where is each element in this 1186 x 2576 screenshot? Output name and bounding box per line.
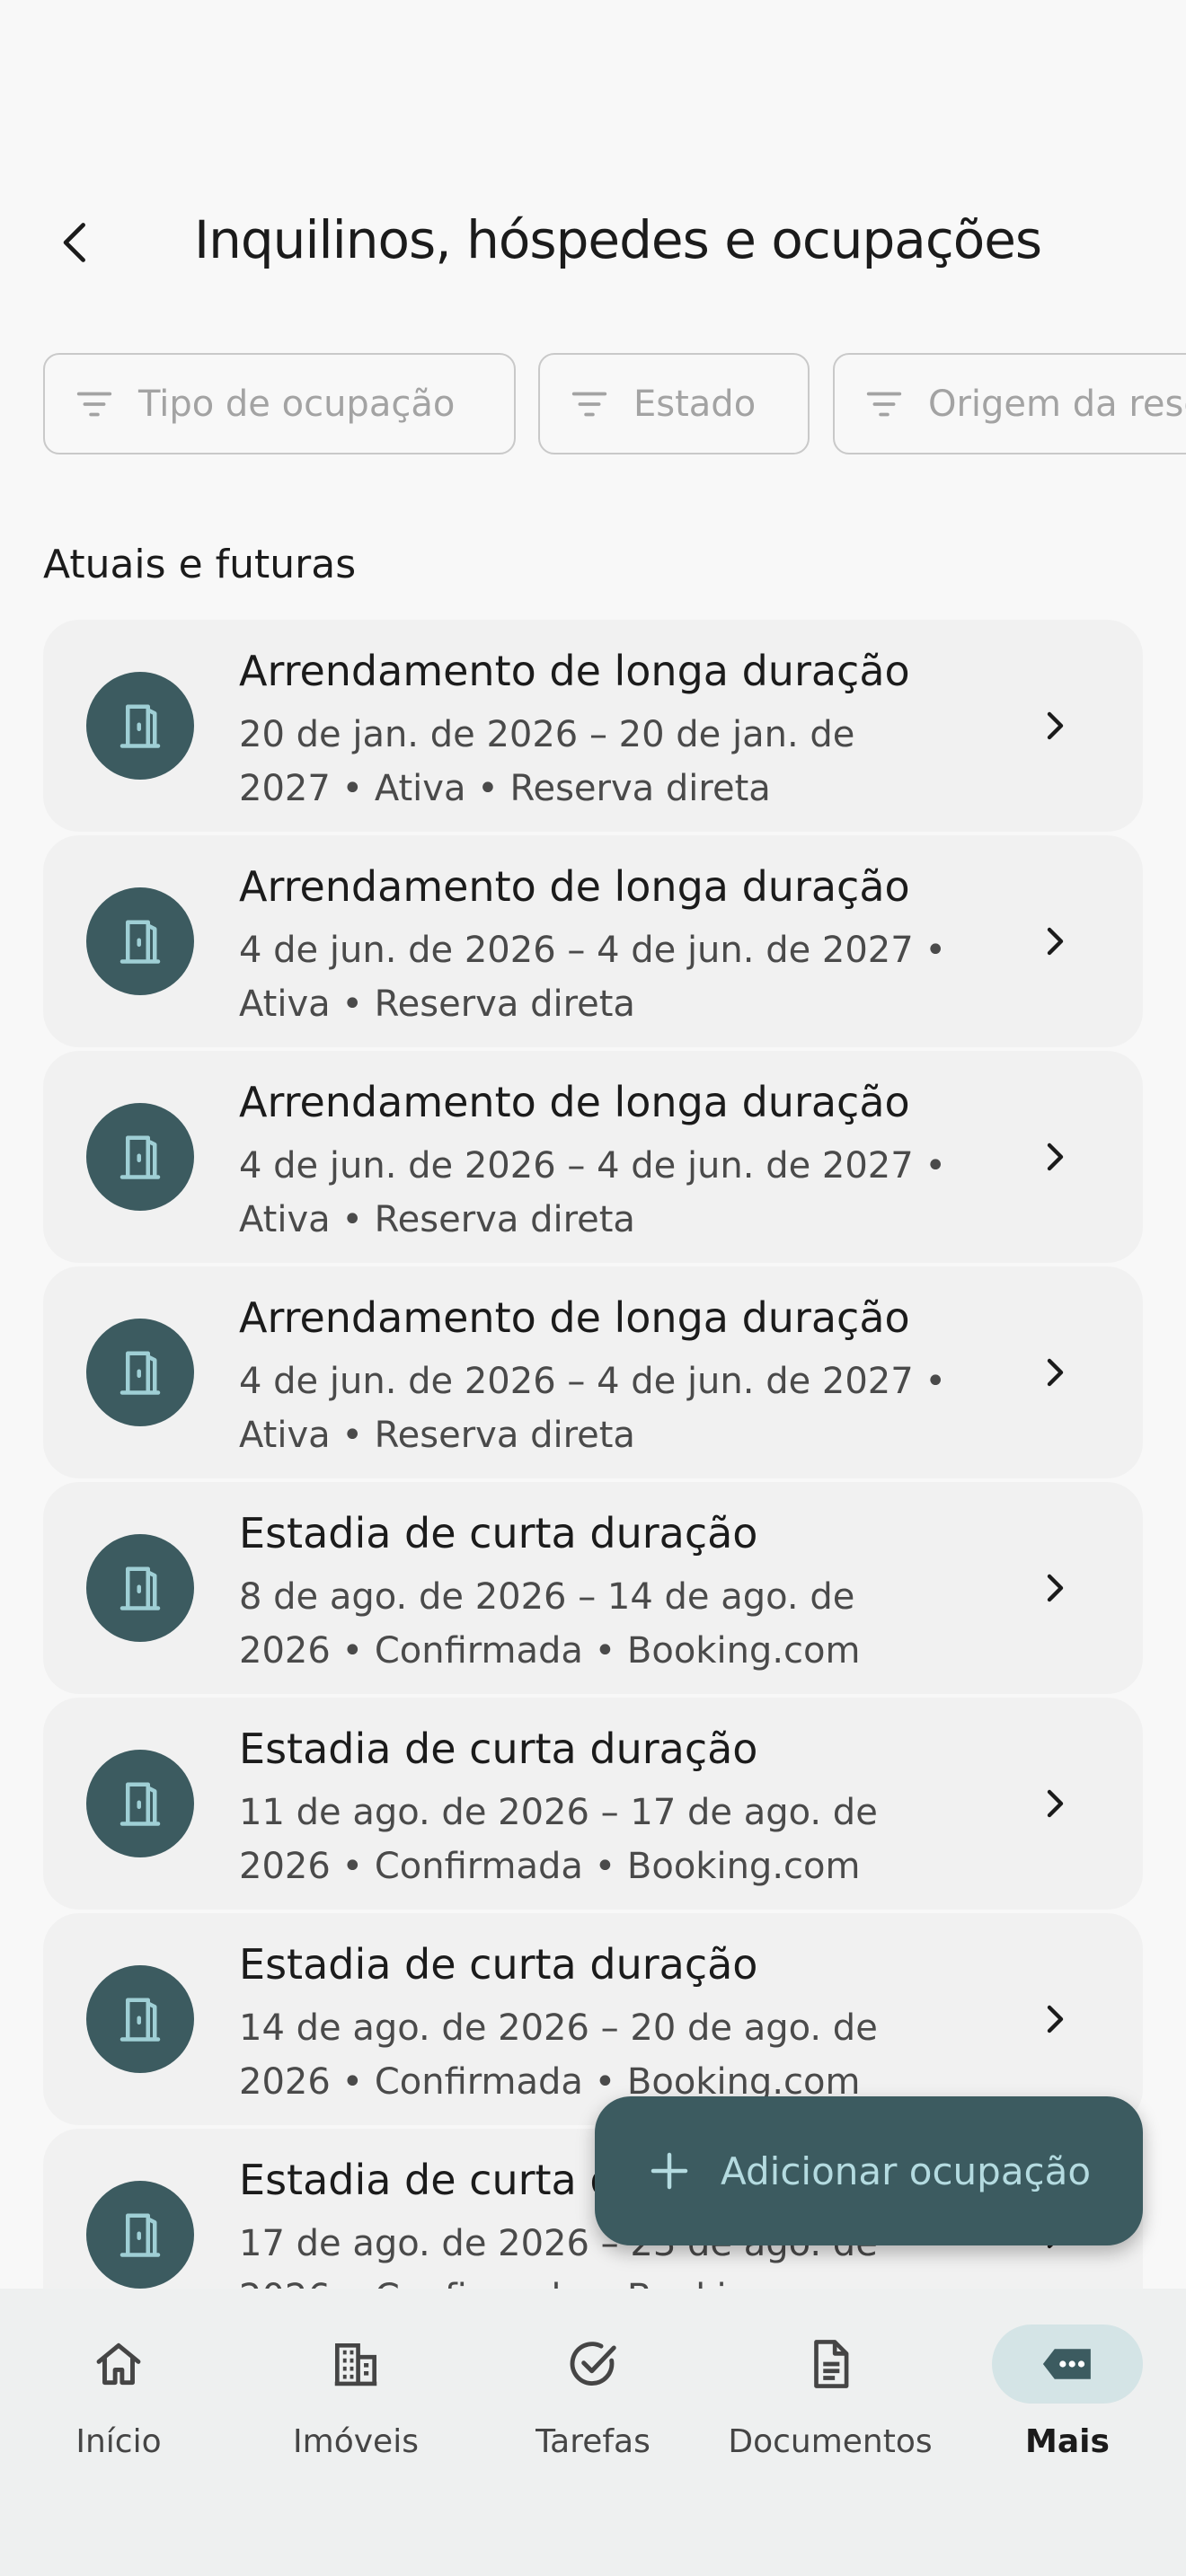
filter-chip-label: Estado (633, 383, 757, 425)
door-icon (119, 1782, 161, 1826)
occupancy-list: Arrendamento de longa duração 20 de jan.… (43, 620, 1143, 2289)
occupancy-dates: 4 de jun. de 2026 – 4 de jun. de 2027 • (239, 1361, 947, 1402)
filter-chip-status[interactable]: Estado (538, 353, 810, 454)
list-item[interactable]: Arrendamento de longa duração 4 de jun. … (43, 1051, 1143, 1263)
occupancy-details: 8 de ago. de 2026 – 14 de ago. de 2026 •… (239, 1570, 1021, 1678)
nav-icon-container (992, 2325, 1143, 2404)
occupancy-type: Estadia de curta duração (239, 1725, 758, 1773)
avatar (86, 1103, 194, 1211)
nav-icon-container (755, 2325, 906, 2404)
occupancy-details: 11 de ago. de 2026 – 17 de ago. de 2026 … (239, 1786, 1021, 1893)
list-item[interactable]: Estadia de curta duração 14 de ago. de 2… (43, 1913, 1143, 2125)
document-icon (814, 2340, 849, 2388)
occupancy-type: Arrendamento de longa duração (239, 1078, 910, 1126)
filter-icon (76, 392, 112, 416)
avatar (86, 1319, 194, 1426)
section-title: Atuais e futuras (43, 542, 357, 587)
occupancy-status-source: Ativa • Reserva direta (239, 984, 635, 1025)
chevron-right-icon (1047, 1574, 1064, 1602)
more-icon (1042, 2349, 1091, 2379)
list-item[interactable]: Arrendamento de longa duração 4 de jun. … (43, 1266, 1143, 1478)
occupancy-dates: 14 de ago. de 2026 – 20 de ago. de (239, 2007, 878, 2049)
back-button[interactable] (36, 207, 117, 278)
chevron-right-icon (1047, 2005, 1064, 2033)
filter-chip-label: Tipo de ocupação (138, 383, 456, 425)
filter-icon (866, 392, 902, 416)
door-icon (119, 704, 161, 748)
filter-chip-booking-source[interactable]: Origem da reserva (833, 353, 1186, 454)
filter-bar: Tipo de ocupação Estado Origem da reserv… (43, 353, 1186, 455)
occupancy-status-source: Ativa • Reserva direta (239, 1199, 635, 1240)
door-icon (119, 1998, 161, 2042)
door-icon (119, 1566, 161, 1610)
nav-label: Tarefas (535, 2423, 651, 2460)
occupancy-type: Arrendamento de longa duração (239, 862, 910, 911)
nav-item-more[interactable]: Mais (949, 2325, 1186, 2477)
arrow-back-icon (63, 223, 85, 262)
nav-item-home[interactable]: Início (0, 2325, 237, 2477)
door-icon (119, 1351, 161, 1395)
occupancy-dates: 8 de ago. de 2026 – 14 de ago. de (239, 1576, 855, 1618)
home-icon (96, 2342, 141, 2386)
occupancy-details: 20 de jan. de 2026 – 20 de jan. de 2027 … (239, 708, 1021, 816)
occupancy-status-source: 2026 • Confirmada • Booking.com (239, 1846, 861, 1887)
chevron-right-icon (1047, 1358, 1064, 1387)
list-item[interactable]: Arrendamento de longa duração 4 de jun. … (43, 835, 1143, 1047)
nav-icon-container (518, 2325, 668, 2404)
nav-item-documents[interactable]: Documentos (712, 2325, 949, 2477)
occupancy-status-source: 2026 • Confirmada • Booking.com (239, 1630, 861, 1672)
list-item[interactable]: Estadia de curta duração 11 de ago. de 2… (43, 1698, 1143, 1910)
occupancy-details: 4 de jun. de 2026 – 4 de jun. de 2027 • … (239, 1354, 1021, 1462)
door-icon (119, 1135, 161, 1179)
occupancy-type: Arrendamento de longa duração (239, 1293, 910, 1342)
list-item[interactable]: Estadia de curta duração 8 de ago. de 20… (43, 1482, 1143, 1694)
avatar (86, 1965, 194, 2073)
chevron-right-icon (1047, 711, 1064, 740)
check-circle-icon (570, 2342, 616, 2386)
occupancy-details: 4 de jun. de 2026 – 4 de jun. de 2027 • … (239, 1139, 1021, 1247)
occupancy-dates: 4 de jun. de 2026 – 4 de jun. de 2027 • (239, 930, 947, 971)
occupancy-type: Estadia de curta duração (239, 1940, 758, 1989)
list-item[interactable]: Arrendamento de longa duração 20 de jan.… (43, 620, 1143, 832)
occupancy-dates: 11 de ago. de 2026 – 17 de ago. de (239, 1792, 878, 1833)
occupancy-details: 14 de ago. de 2026 – 20 de ago. de 2026 … (239, 2001, 1021, 2109)
nav-label: Mais (1025, 2423, 1110, 2460)
door-icon (119, 920, 161, 964)
building-icon (334, 2343, 377, 2386)
top-app-bar: Inquilinos, hóspedes e ocupações (0, 180, 1186, 305)
nav-icon-container (43, 2325, 194, 2404)
occupancy-type: Estadia de curta duração (239, 1509, 758, 1557)
occupancy-status-source: 2026 • Confirmada • Booking.com (239, 2271, 1021, 2289)
add-occupancy-label: Adicionar ocupação (721, 2148, 1092, 2193)
add-occupancy-button[interactable]: Adicionar ocupação (595, 2096, 1143, 2245)
nav-label: Início (75, 2423, 162, 2460)
occupancy-status-source: 2027 • Ativa • Reserva direta (239, 768, 771, 809)
occupancy-dates: 20 de jan. de 2026 – 20 de jan. de (239, 714, 855, 755)
nav-label: Imóveis (293, 2423, 419, 2460)
door-icon (119, 2213, 161, 2257)
chevron-right-icon (1047, 1142, 1064, 1171)
occupancy-type: Arrendamento de longa duração (239, 647, 910, 695)
avatar (86, 887, 194, 995)
nav-label: Documentos (728, 2423, 933, 2460)
nav-item-properties[interactable]: Imóveis (237, 2325, 474, 2477)
occupancy-dates: 4 de jun. de 2026 – 4 de jun. de 2027 • (239, 1145, 947, 1187)
filter-icon (571, 392, 607, 416)
avatar (86, 672, 194, 780)
plus-icon (651, 2152, 688, 2190)
filter-chip-occupancy-type[interactable]: Tipo de ocupação (43, 353, 516, 454)
nav-item-tasks[interactable]: Tarefas (474, 2325, 712, 2477)
chevron-right-icon (1047, 1789, 1064, 1818)
bottom-navigation: Início Imóveis Tarefas Documentos Mais (0, 2289, 1186, 2576)
avatar (86, 1750, 194, 1857)
avatar (86, 1534, 194, 1642)
filter-chip-label: Origem da reserva (928, 383, 1186, 425)
nav-icon-container (280, 2325, 431, 2404)
occupancy-status-source: Ativa • Reserva direta (239, 1415, 635, 1456)
chevron-right-icon (1047, 927, 1064, 956)
avatar (86, 2181, 194, 2289)
page-title: Inquilinos, hóspedes e ocupações (194, 209, 1042, 270)
occupancy-details: 4 de jun. de 2026 – 4 de jun. de 2027 • … (239, 923, 1021, 1031)
